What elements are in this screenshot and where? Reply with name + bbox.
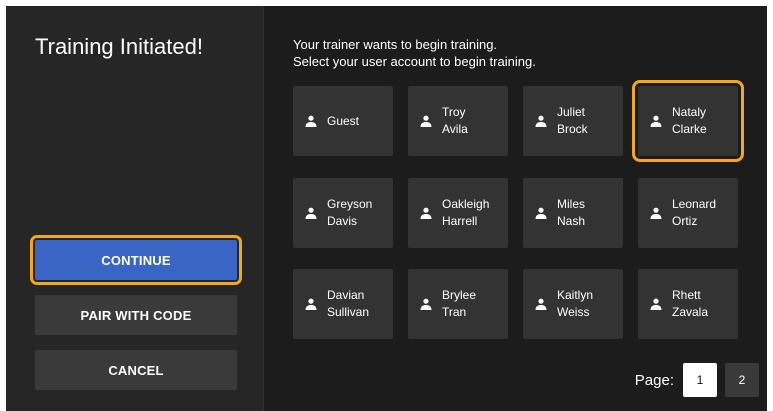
user-name: Nataly Clarke bbox=[672, 105, 707, 136]
person-icon bbox=[535, 115, 547, 127]
right-panel: Your trainer wants to begin training. Se… bbox=[264, 6, 767, 411]
user-card-nataly-clarke[interactable]: Nataly Clarke bbox=[632, 80, 744, 162]
user-card-rhett-zavala[interactable]: Rhett Zavala bbox=[638, 269, 738, 339]
user-name: Greyson Davis bbox=[327, 197, 373, 228]
user-name: Oakleigh Harrell bbox=[442, 197, 490, 228]
user-name: Brylee Tran bbox=[442, 288, 477, 319]
pagination: Page: 1 2 bbox=[635, 360, 767, 400]
user-name: Juliet Brock bbox=[557, 105, 588, 136]
training-screen: Training Initiated! CONTINUE PAIR WITH C… bbox=[6, 6, 767, 411]
person-icon bbox=[535, 207, 547, 219]
left-panel: Training Initiated! CONTINUE PAIR WITH C… bbox=[6, 6, 264, 411]
user-name: Leonard Ortiz bbox=[672, 197, 717, 228]
user-card-brylee-tran[interactable]: Brylee Tran bbox=[408, 269, 508, 339]
person-icon bbox=[305, 115, 317, 127]
user-card-troy-avila[interactable]: Troy Avila bbox=[408, 86, 508, 156]
user-name: Troy Avila bbox=[442, 105, 468, 136]
user-card-miles-nash[interactable]: Miles Nash bbox=[523, 178, 623, 248]
person-icon bbox=[650, 298, 662, 310]
page-1-button[interactable]: 1 bbox=[683, 363, 717, 397]
page-2-button[interactable]: 2 bbox=[725, 363, 759, 397]
instruction-line: Select your user account to begin traini… bbox=[293, 54, 536, 69]
instruction-line: Your trainer wants to begin training. bbox=[293, 37, 498, 52]
user-card-guest[interactable]: Guest bbox=[293, 86, 393, 156]
user-card-juliet-brock[interactable]: Juliet Brock bbox=[523, 86, 623, 156]
user-card-davian-sullivan[interactable]: Davian Sullivan bbox=[293, 269, 393, 339]
user-card-leonard-ortiz[interactable]: Leonard Ortiz bbox=[638, 178, 738, 248]
person-icon bbox=[305, 207, 317, 219]
person-icon bbox=[650, 207, 662, 219]
user-card-oakleigh-harrell[interactable]: Oakleigh Harrell bbox=[408, 178, 508, 248]
person-icon bbox=[420, 298, 432, 310]
person-icon bbox=[535, 298, 547, 310]
person-icon bbox=[420, 115, 432, 127]
user-name: Miles Nash bbox=[557, 197, 586, 228]
continue-button[interactable]: CONTINUE bbox=[30, 235, 242, 285]
person-icon bbox=[420, 207, 432, 219]
user-name: Rhett Zavala bbox=[672, 288, 709, 319]
user-name: Guest bbox=[327, 113, 360, 128]
user-card-kaitlyn-weiss[interactable]: Kaitlyn Weiss bbox=[523, 269, 623, 339]
pair-with-code-button[interactable]: PAIR WITH CODE bbox=[35, 295, 237, 335]
cancel-button[interactable]: CANCEL bbox=[35, 350, 237, 390]
person-icon bbox=[650, 115, 662, 127]
person-icon bbox=[305, 298, 317, 310]
user-name: Davian Sullivan bbox=[327, 288, 370, 319]
instructions: Your trainer wants to begin training. Se… bbox=[293, 36, 536, 70]
user-card-greyson-davis[interactable]: Greyson Davis bbox=[293, 178, 393, 248]
page-label: Page: bbox=[634, 371, 674, 389]
user-name: Kaitlyn Weiss bbox=[557, 288, 594, 319]
page-title: Training Initiated! bbox=[35, 34, 203, 59]
